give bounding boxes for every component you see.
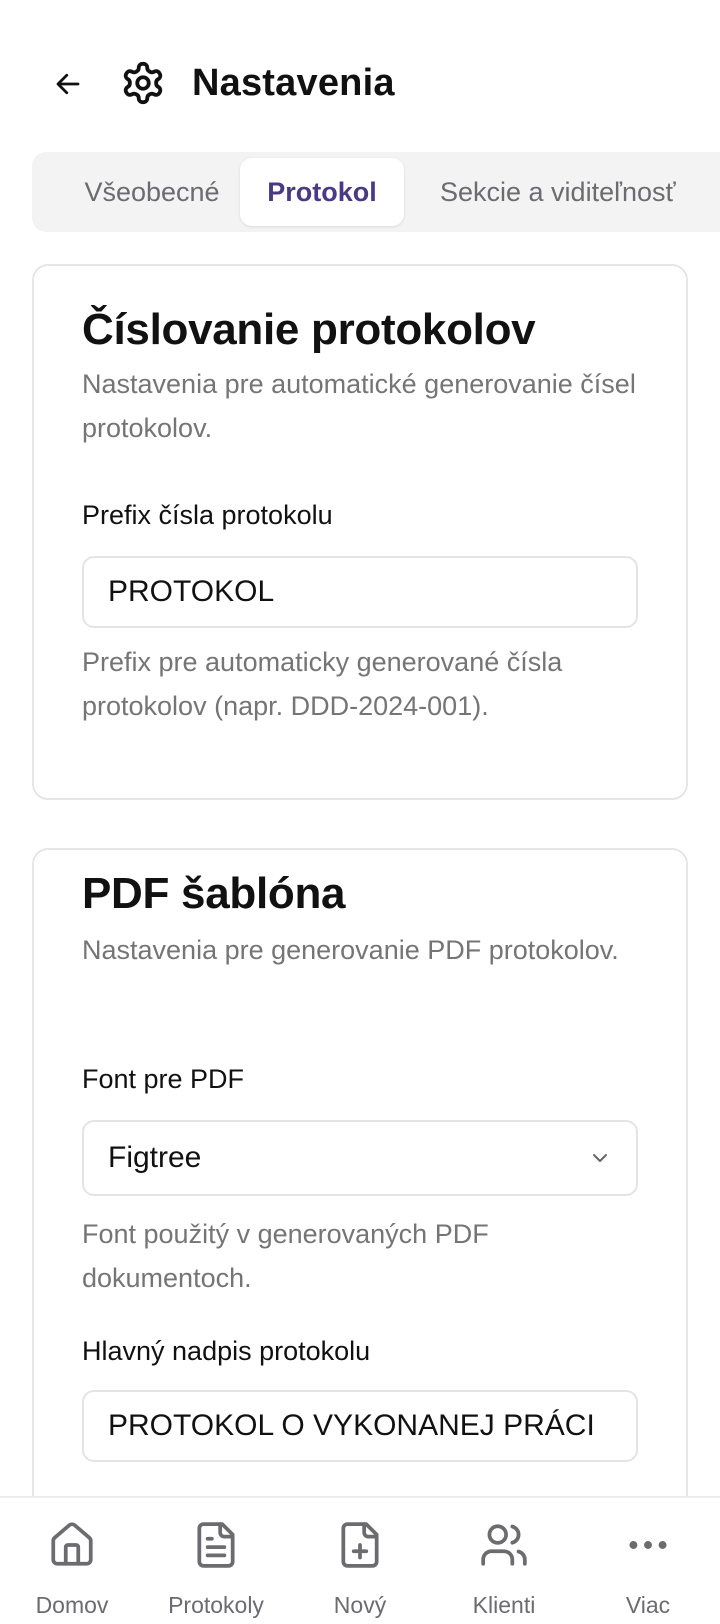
nav-item-domov[interactable]: Domov xyxy=(0,1498,144,1624)
tab-sekcie-a-viditelnost[interactable]: Sekcie a viditeľnosť xyxy=(424,158,720,226)
document-icon xyxy=(197,1522,235,1568)
back-button[interactable] xyxy=(48,64,88,104)
nav-item-viac[interactable]: Viac xyxy=(576,1498,720,1624)
chevron-down-icon xyxy=(593,1154,607,1162)
users-icon xyxy=(481,1524,527,1566)
page-title: Nastavenia xyxy=(192,62,395,104)
prefix-help-text: Prefix pre automaticky generované čísla … xyxy=(82,647,563,721)
font-help-text: Font použitý v generovaných PDF dokument… xyxy=(82,1219,489,1293)
nav-label: Viac xyxy=(625,1592,671,1618)
prefix-input[interactable]: PROTOKOL xyxy=(82,556,638,628)
nav-label: Domov xyxy=(35,1592,109,1618)
page-header: Nastavenia xyxy=(0,0,720,150)
pdf-template-card: PDF šablóna Nastavenia pre generovanie P… xyxy=(32,848,688,1608)
tab-protokol[interactable]: Protokol xyxy=(240,158,404,226)
heading-label: Hlavný nadpis protokolu xyxy=(82,1336,371,1366)
nav-label: Klienti xyxy=(472,1592,536,1618)
nav-label: Nový xyxy=(333,1592,387,1618)
home-icon xyxy=(51,1522,93,1566)
prefix-label: Prefix čísla protokolu xyxy=(82,500,333,530)
font-select[interactable]: Figtree xyxy=(82,1120,638,1196)
bottom-navigation: Domov Protokoly Nový Klienti Viac xyxy=(0,1496,720,1624)
nav-item-protokoly[interactable]: Protokoly xyxy=(144,1498,288,1624)
card-description: Nastavenia pre automatické generovanie č… xyxy=(82,369,636,443)
arrow-left-icon xyxy=(56,73,80,95)
gear-icon xyxy=(123,61,163,105)
card-title: Číslovanie protokolov xyxy=(82,305,536,354)
card-description: Nastavenia pre generovanie PDF protokolo… xyxy=(82,935,619,965)
tab-vseobecne[interactable]: Všeobecné xyxy=(52,158,252,226)
font-select-value: Figtree xyxy=(108,1141,202,1174)
file-plus-icon xyxy=(341,1522,379,1568)
numbering-card: Číslovanie protokolov Nastavenia pre aut… xyxy=(32,264,688,800)
nav-item-klienti[interactable]: Klienti xyxy=(432,1498,576,1624)
nav-label: Protokoly xyxy=(168,1592,264,1618)
nav-item-novy[interactable]: Nový xyxy=(288,1498,432,1624)
font-label: Font pre PDF xyxy=(82,1064,245,1094)
settings-tabs: Všeobecné Protokol Sekcie a viditeľnosť xyxy=(32,152,720,232)
heading-input[interactable]: PROTOKOL O VYKONANEJ PRÁCI xyxy=(82,1390,638,1462)
card-title: PDF šablóna xyxy=(82,869,346,918)
more-dots-icon xyxy=(629,1541,667,1549)
